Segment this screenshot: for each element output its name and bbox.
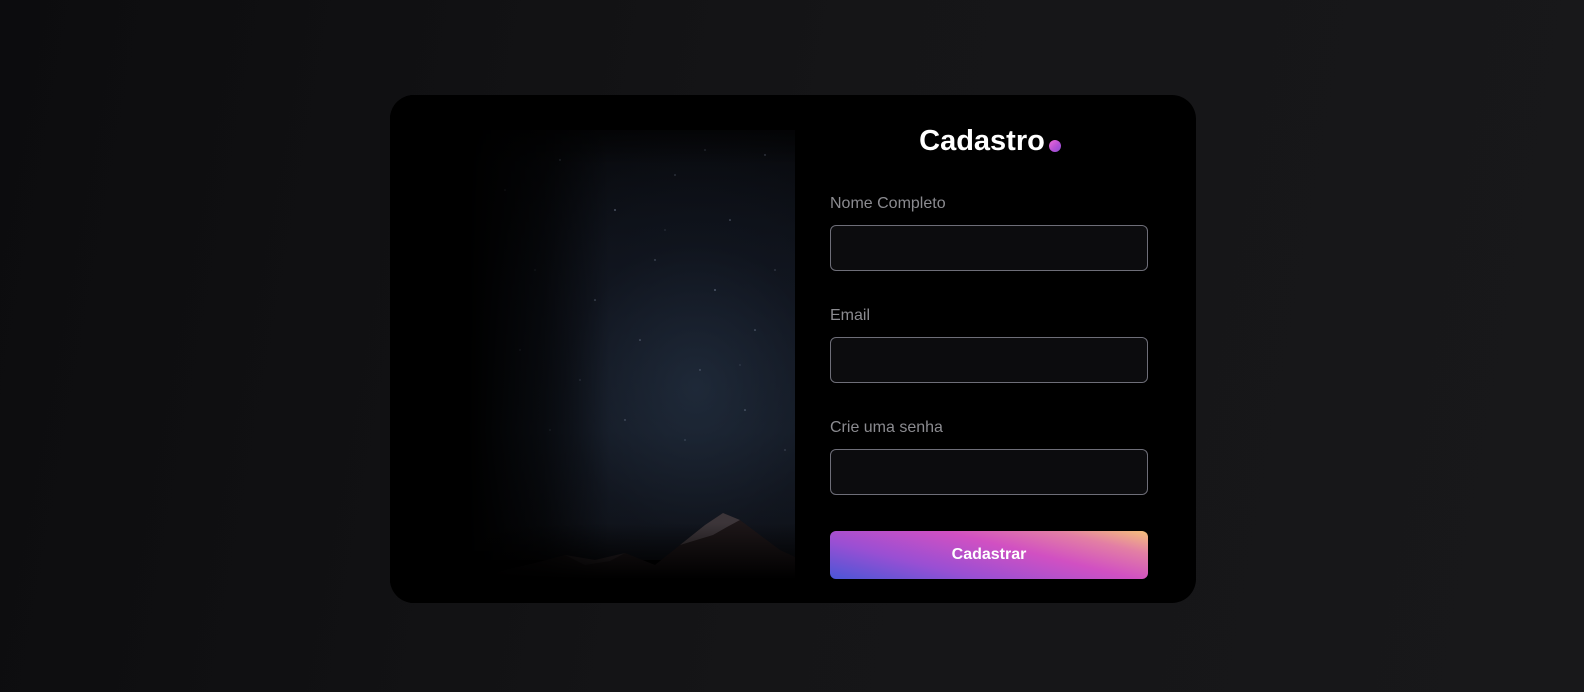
password-input[interactable] (830, 449, 1148, 495)
gradient-dot-icon (1048, 139, 1061, 152)
submit-button[interactable]: Cadastrar (830, 531, 1148, 579)
email-input[interactable] (830, 337, 1148, 383)
password-label: Crie uma senha (830, 419, 943, 436)
title-row: Cadastro (830, 125, 1150, 158)
page-title: Cadastro (919, 125, 1045, 157)
signup-form: Cadastro Nome Completo Email Crie uma se… (830, 95, 1150, 603)
full-name-input[interactable] (830, 225, 1148, 271)
night-sky-mountain-image (390, 95, 795, 603)
email-label: Email (830, 307, 871, 324)
full-name-label: Nome Completo (830, 195, 946, 212)
signup-card: Cadastro Nome Completo Email Crie uma se… (390, 95, 1196, 603)
